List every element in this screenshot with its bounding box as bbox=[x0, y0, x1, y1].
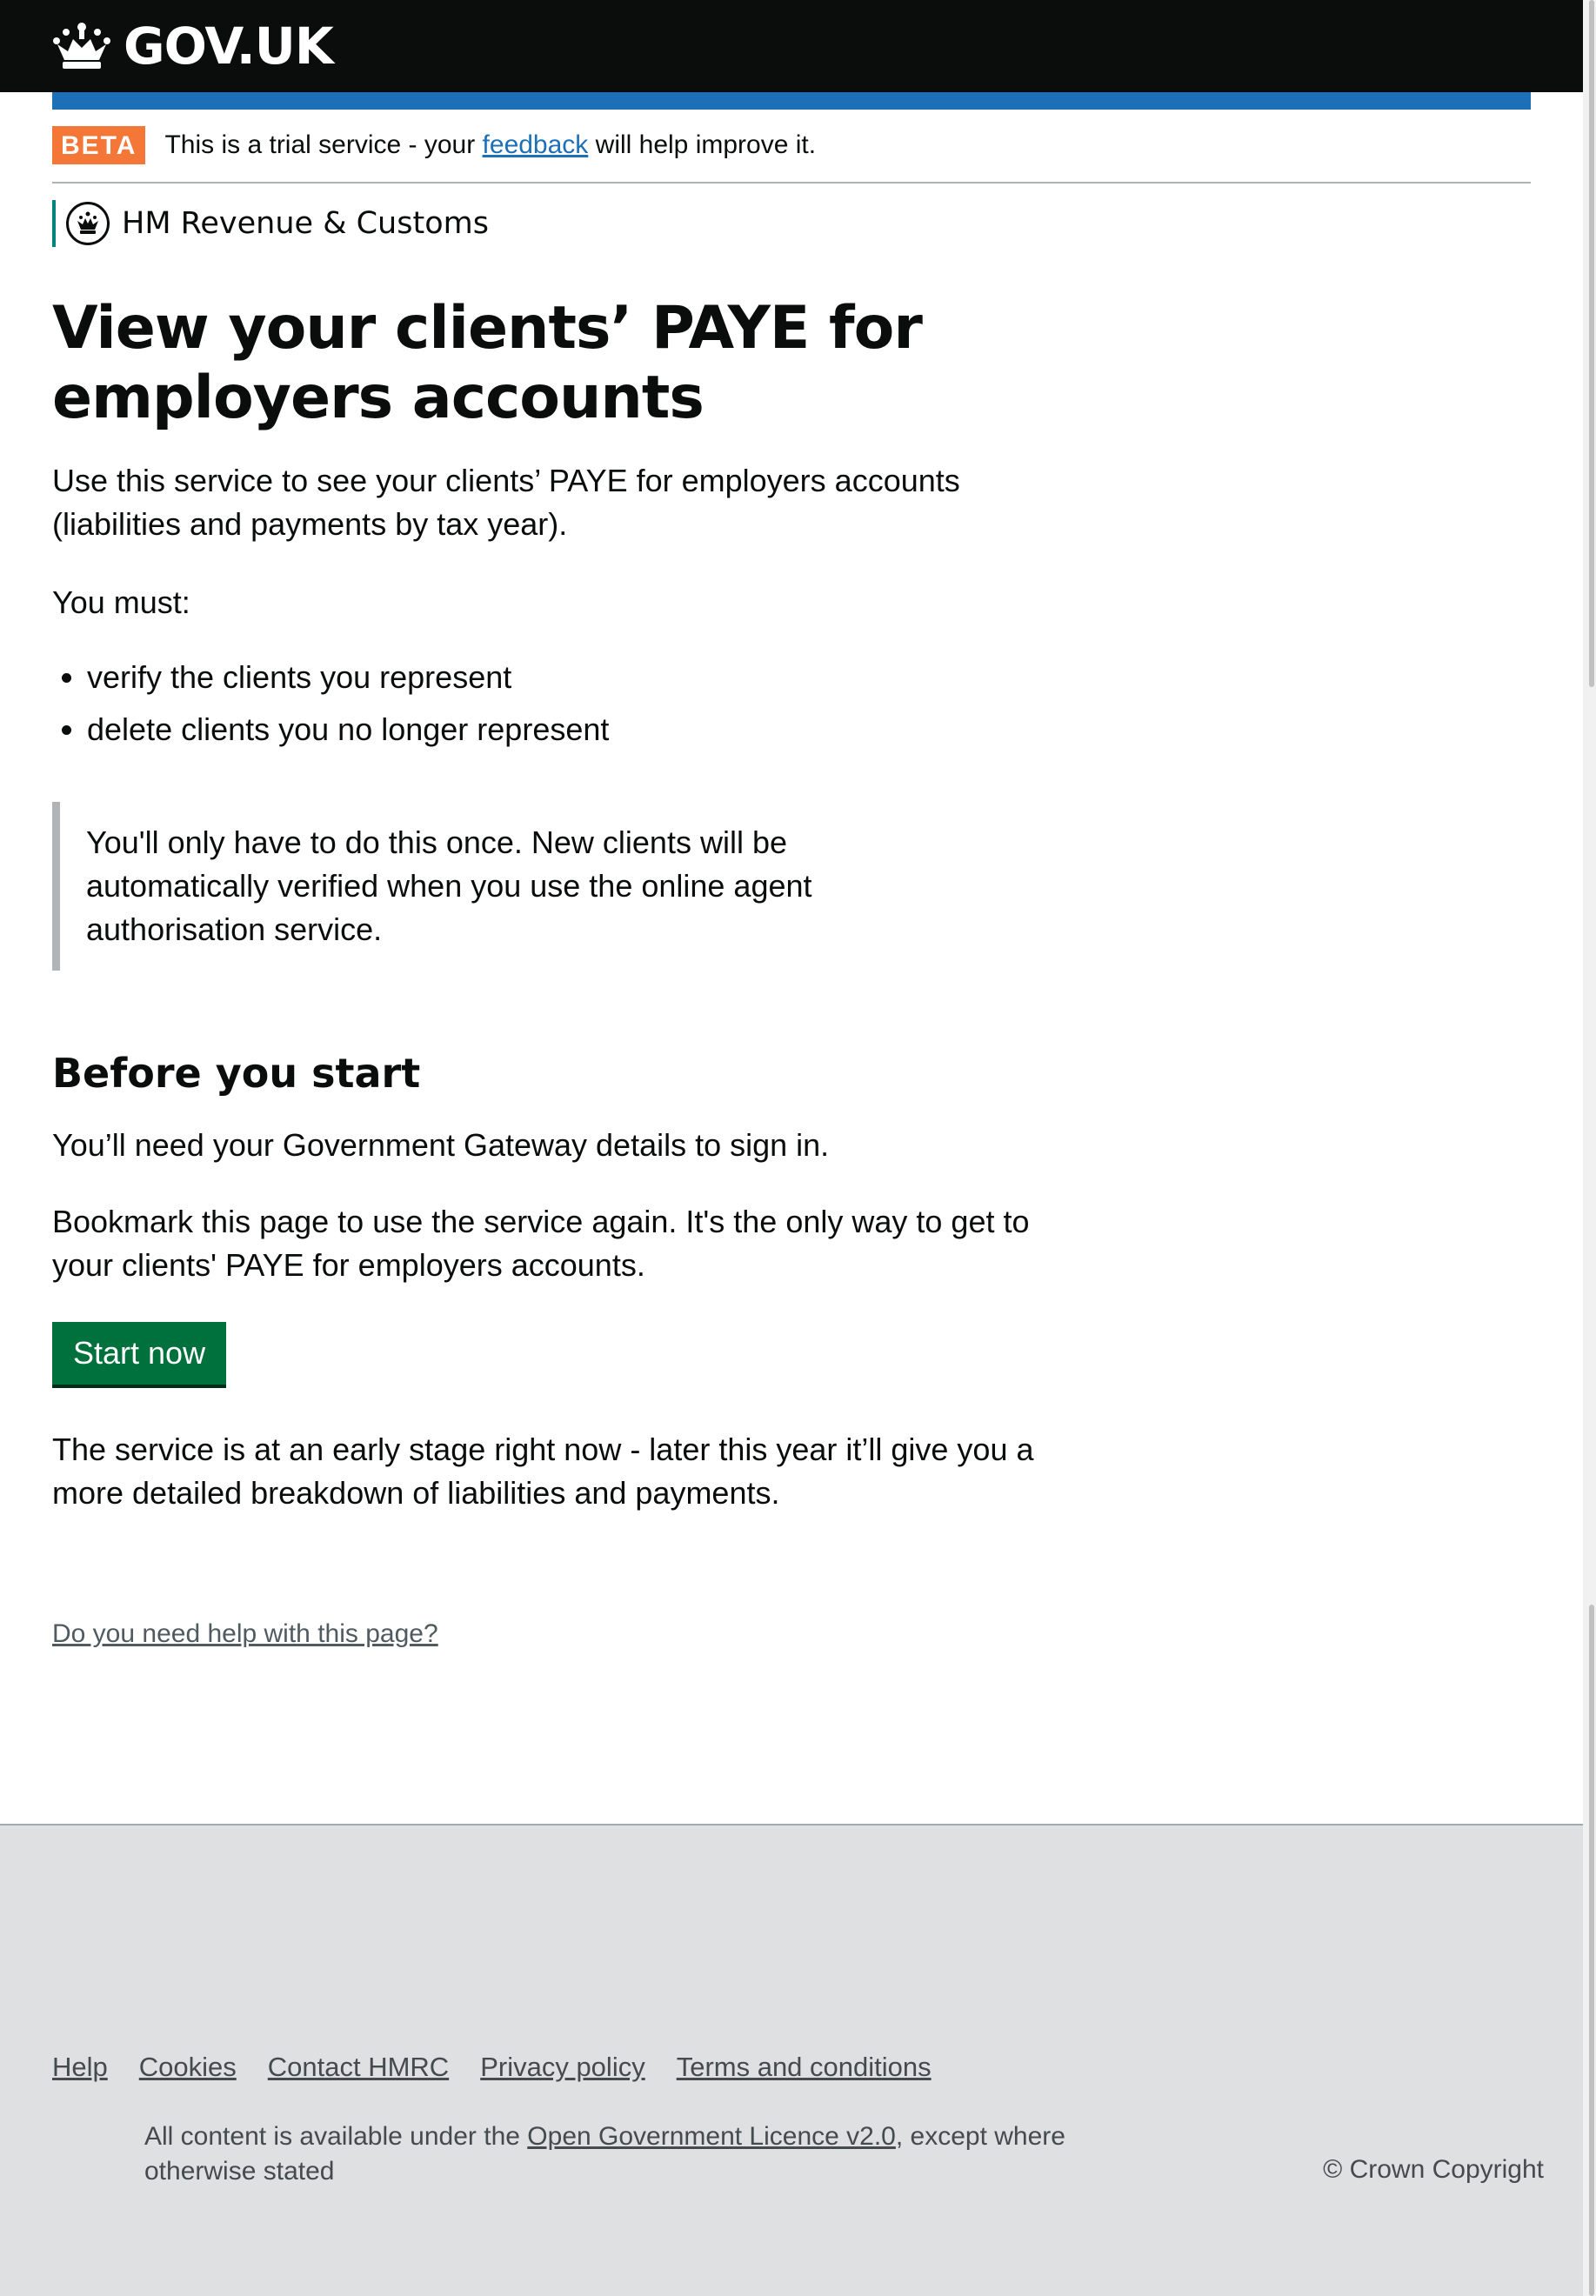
beta-tag: BETA bbox=[52, 126, 146, 164]
bookmark-paragraph: Bookmark this page to use the service ag… bbox=[52, 1204, 1030, 1283]
footer-links: Help Cookies Contact HMRC Privacy policy… bbox=[52, 2052, 963, 2083]
scrollbar-thumb-lower[interactable] bbox=[1589, 1605, 1594, 2296]
govuk-logo-text: GOV.UK bbox=[124, 17, 334, 76]
govuk-header: GOV.UK bbox=[0, 0, 1583, 92]
header-blue-bar bbox=[52, 92, 1531, 110]
inset-text: You'll only have to do this once. New cl… bbox=[52, 802, 852, 971]
crown-icon bbox=[52, 22, 111, 70]
phase-banner-text: This is a trial service - your feedback … bbox=[164, 126, 816, 164]
start-now-button[interactable]: Start now bbox=[52, 1322, 227, 1385]
footer-link-contact-hmrc[interactable]: Contact HMRC bbox=[268, 2052, 449, 2083]
early-stage-paragraph: The service is at an early stage right n… bbox=[52, 1432, 1034, 1511]
hmrc-crest-icon bbox=[66, 202, 110, 245]
govuk-logo-link[interactable]: GOV.UK bbox=[52, 17, 334, 76]
organisation-name: HM Revenue & Customs bbox=[122, 206, 489, 241]
feedback-link[interactable]: feedback bbox=[483, 130, 589, 159]
footer-link-privacy-policy[interactable]: Privacy policy bbox=[480, 2052, 645, 2083]
list-item: delete clients you no longer represent bbox=[87, 708, 1035, 751]
list-item: verify the clients you represent bbox=[87, 656, 1035, 699]
inset-paragraph: You'll only have to do this once. New cl… bbox=[86, 824, 812, 947]
main-content: View your clients’ PAYE for employers ac… bbox=[52, 294, 1035, 1649]
footer-link-terms[interactable]: Terms and conditions bbox=[677, 2052, 932, 2083]
footer: Help Cookies Contact HMRC Privacy policy… bbox=[0, 1824, 1583, 2296]
before-you-start-heading: Before you start bbox=[52, 1050, 421, 1097]
must-label: You must: bbox=[52, 584, 190, 620]
licence-text-before: All content is available under the bbox=[144, 2122, 520, 2151]
scrollbar-thumb[interactable] bbox=[1589, 0, 1594, 687]
get-help-link[interactable]: Do you need help with this page? bbox=[52, 1619, 438, 1649]
crown-copyright: © Crown Copyright bbox=[1323, 2155, 1544, 2184]
phase-text-before: This is a trial service - your bbox=[164, 130, 476, 159]
gateway-paragraph: You’ll need your Government Gateway deta… bbox=[52, 1127, 830, 1163]
phase-text-after: will help improve it. bbox=[595, 130, 817, 159]
phase-banner: BETA This is a trial service - your feed… bbox=[52, 126, 1531, 184]
organisation-banner: HM Revenue & Customs bbox=[52, 200, 489, 247]
footer-link-help[interactable]: Help bbox=[52, 2052, 108, 2083]
page-title: View your clients’ PAYE for employers ac… bbox=[52, 294, 923, 432]
ogl-licence-link[interactable]: Open Government Licence v2.0 bbox=[527, 2122, 896, 2151]
footer-link-cookies[interactable]: Cookies bbox=[139, 2052, 237, 2083]
licence-text: All content is available under the Open … bbox=[144, 2119, 1119, 2189]
intro-paragraph: Use this service to see your clients’ PA… bbox=[52, 463, 960, 542]
must-list: verify the clients you represent delete … bbox=[52, 656, 1035, 751]
